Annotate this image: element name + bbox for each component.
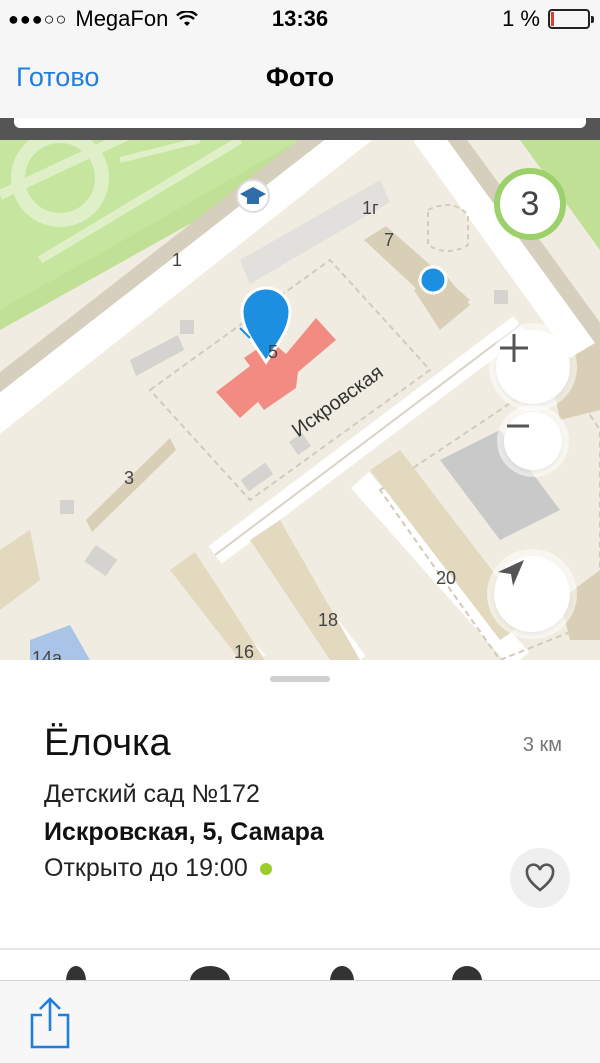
photo-strip-edge <box>0 118 600 140</box>
photo-count-badge[interactable]: 3 <box>494 168 566 240</box>
zoom-out-button[interactable] <box>504 412 562 470</box>
heart-icon <box>525 863 555 892</box>
place-card[interactable]: Ёлочка 3 км Детский сад №172 Искровская,… <box>0 660 600 982</box>
building-number-20: 20 <box>436 568 457 588</box>
navigation-bar: Готово Фото <box>0 40 600 140</box>
opening-hours-text: Открыто до 19:00 <box>44 854 248 882</box>
screen: ●●●○○ MegaFon 13:36 1 % Готово Фото 1 1г… <box>0 0 600 1063</box>
place-distance: 3 км <box>522 734 562 756</box>
divider <box>0 948 600 950</box>
map-view[interactable]: 1 1г 7 5 3 20 18 16 14а Искровская 3 <box>0 140 600 660</box>
locate-me-button[interactable] <box>494 556 570 632</box>
open-status-dot <box>259 862 272 875</box>
place-name: Ёлочка <box>44 722 171 764</box>
zoom-in-icon <box>500 334 528 362</box>
place-category: Детский сад №172 <box>44 780 260 808</box>
action-buttons-row[interactable] <box>0 952 600 982</box>
status-bar: ●●●○○ MegaFon 13:36 1 % <box>0 0 600 40</box>
building-number-18: 18 <box>318 610 339 630</box>
building-number-14a: 14а <box>32 648 63 660</box>
opening-hours: Открыто до 19:00 <box>44 854 272 883</box>
building-number-7: 7 <box>384 230 395 250</box>
building-number-1g: 1г <box>362 198 379 218</box>
zoom-in-button[interactable] <box>496 330 570 404</box>
share-icon[interactable] <box>28 997 72 1049</box>
locate-arrow-icon <box>498 560 524 586</box>
building-number-5: 5 <box>268 342 279 362</box>
building-number-3: 3 <box>124 468 135 488</box>
building-number-16: 16 <box>234 642 255 660</box>
bottom-toolbar <box>0 980 600 1063</box>
user-location-icon <box>418 265 448 295</box>
zoom-out-icon <box>507 424 529 428</box>
building-number-1: 1 <box>172 250 183 270</box>
place-address: Искровская, 5, Самара <box>44 818 324 846</box>
battery-percent: 1 % <box>502 6 540 31</box>
drag-handle[interactable] <box>270 676 330 682</box>
page-title: Фото <box>265 62 335 92</box>
battery-level-fill <box>551 12 554 26</box>
battery-icon <box>548 9 594 29</box>
favorite-button[interactable] <box>510 848 570 908</box>
